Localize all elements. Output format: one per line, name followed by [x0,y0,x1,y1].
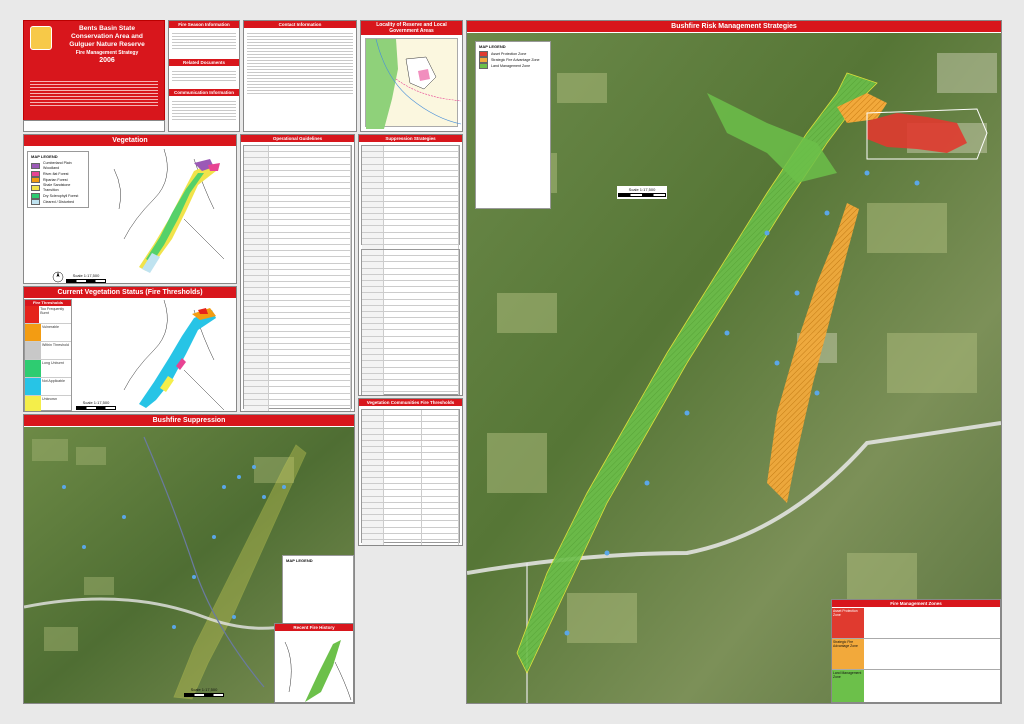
fmz-row-lmz: Land Management Zone [832,670,1000,702]
current-status-panel: Current Vegetation Status (Fire Threshol… [23,286,237,412]
threshold-row: Vulnerable [25,324,71,342]
legend-item: Land Management Zone [479,63,547,69]
fmz-panel: Fire Management Zones Asset Protection Z… [831,599,1001,703]
risk-map-header: Bushfire Risk Management Strategies [467,21,1001,32]
title-line4: Fire Management Strategy [75,50,139,56]
suppression-map-header: Bushfire Suppression [24,415,354,426]
threshold-row: Long Unburnt [25,360,71,378]
operational-panel: Operational Guidelines [240,134,355,412]
vegetation-header: Vegetation [24,135,236,146]
threshold-row: Unknown [25,396,71,411]
legend-item: Shale Sandstone Transition [31,183,85,193]
operational-header: Operational Guidelines [241,135,354,142]
legend-item: Cumberland Plain Woodland [31,161,85,171]
north-arrow-icon [52,271,64,283]
key-strip [23,120,165,132]
suppression-strategies-panel: Suppression Strategies [358,134,463,396]
vegetation-panel: Vegetation MAP LEGEND Cumberland Plain W… [23,134,237,284]
risk-map-panel: Bushfire Risk Management Strategies MAP … [466,20,1002,704]
fmz-row-apz: Asset Protection Zone [832,608,1000,639]
title-line2: Conservation Area and [71,33,143,40]
fire-threshold-legend: Fire Thresholds Too Frequently Burnt Vul… [24,299,72,411]
fmz-header: Fire Management Zones [832,600,1000,607]
suppression-legend-title: MAP LEGEND [286,558,313,563]
legend-item: Cleared / Disturbed [31,199,85,205]
threshold-row: Too Frequently Burnt [25,306,71,324]
threshold-row: Within Threshold [25,342,71,360]
title-line1: Bents Basin State [78,25,136,32]
contact-panel: Contact Information [243,20,357,132]
vegetation-scale: Scale 1:17,500 [66,273,106,283]
contact-header: Contact Information [244,21,356,28]
suppression-table [361,145,460,258]
risk-scale: Scale 1:17,500 [617,186,667,199]
suppression-map-panel: Bushfire Suppression MAP LEGEND Recent F… [23,414,355,704]
veg-thresholds-panel: Vegetation Communities Fire Thresholds [358,398,463,546]
locality-header: Locality of Reserve and Local Government… [361,21,462,35]
communication-header: Communication Information [169,89,239,96]
recent-fire-panel: Recent Fire History [274,623,354,703]
veg-thresholds-header: Vegetation Communities Fire Thresholds [359,399,462,406]
threshold-row: Not Applicable [25,378,71,396]
title-line3: Gulguer Nature Reserve [69,41,145,48]
title-block: Bents Basin State Conservation Area and … [23,20,165,132]
suppression-scale: Scale 1:17,500 [184,687,224,698]
title-year: 2006 [99,57,115,64]
suppression-strategies-header: Suppression Strategies [359,135,462,142]
operational-table [243,145,352,411]
threshold-map [94,300,234,410]
fire-season-panel: Fire Season Information Related Document… [168,20,240,132]
risk-legend: MAP LEGEND Asset Protection Zone Strateg… [475,41,551,209]
management-table [361,249,460,395]
status-scale: Scale 1:17,500 [76,400,116,411]
fire-season-header: Fire Season Information [169,21,239,28]
fmz-row-sfaz: Strategic Fire Advantage Zone [832,639,1000,670]
risk-legend-title: MAP LEGEND [479,44,506,49]
vegetation-legend: MAP LEGEND Cumberland Plain Woodland Riv… [27,151,89,208]
nsw-logo [30,26,52,50]
veg-thresholds-table [361,409,460,545]
vegetation-legend-title: MAP LEGEND [31,154,58,159]
current-status-header: Current Vegetation Status (Fire Threshol… [24,287,236,298]
locality-panel: Locality of Reserve and Local Government… [360,20,463,132]
locality-map [365,38,461,129]
recent-fire-header: Recent Fire History [275,624,353,631]
vegetation-map [94,149,234,277]
related-docs-header: Related Documents [169,59,239,66]
